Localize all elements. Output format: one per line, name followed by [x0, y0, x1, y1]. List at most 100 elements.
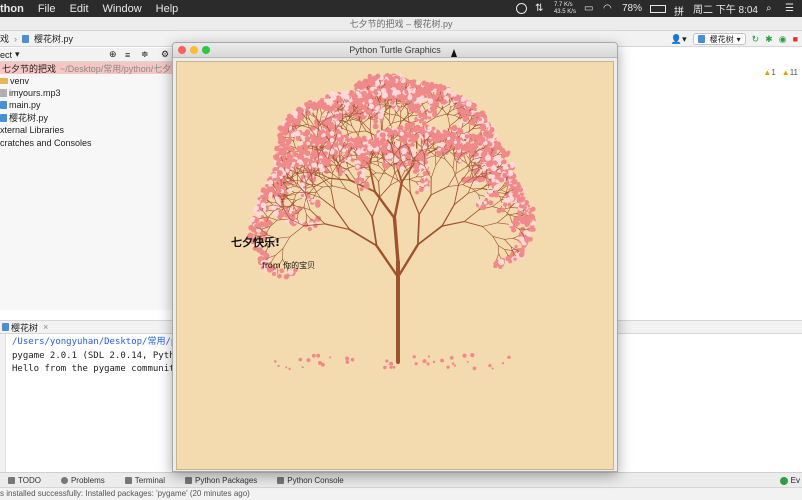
event-log-label: Ev	[790, 476, 800, 485]
menu-window[interactable]: Window	[103, 3, 142, 15]
chevron-down-icon[interactable]: ▾	[15, 49, 20, 60]
tool-tab-terminal[interactable]: Terminal	[124, 476, 165, 485]
battery-icon[interactable]	[649, 4, 666, 13]
debug-icon[interactable]: ✱	[765, 34, 773, 45]
blossom-petal	[401, 147, 408, 155]
turtle-canvas[interactable]: 七夕快乐! from 你的宝贝	[176, 61, 614, 470]
record-icon[interactable]	[515, 3, 527, 14]
blossom-petal	[325, 94, 330, 99]
tree-item-mp3[interactable]: imyours.mp3	[0, 87, 172, 99]
toolbar-actions: 👤▾ 樱花树 ▾ ↻ ✱ ◉ ■	[671, 31, 798, 47]
blossom-petal	[421, 82, 426, 86]
app-menu[interactable]: thon	[0, 3, 24, 15]
python-file-icon	[0, 113, 7, 122]
zoom-window-button[interactable]	[202, 46, 210, 54]
tree-item-project-root[interactable]: 七夕节的把戏 ~/Desktop/常用/python/七夕节的	[0, 62, 189, 75]
tree-item-main[interactable]: main.py	[0, 99, 172, 111]
close-window-button[interactable]	[178, 46, 186, 54]
tree-branch	[441, 220, 465, 227]
blossom-petal	[341, 110, 346, 114]
wifi-icon[interactable]: ◠	[603, 3, 614, 14]
rerun-icon[interactable]: ↻	[752, 34, 760, 45]
expand-all-icon[interactable]: ≑	[141, 49, 149, 60]
collapse-all-icon[interactable]: ≡	[125, 50, 130, 60]
blossom-petal	[315, 215, 322, 222]
console-gutter	[0, 334, 6, 472]
run-tab[interactable]: 樱花树	[11, 321, 38, 334]
blossom-petal	[528, 214, 533, 219]
event-log-tab[interactable]: Ev	[779, 473, 802, 488]
gear-icon[interactable]: ⚙	[161, 49, 169, 60]
code-editor[interactable]: ▲1 ▲11	[617, 62, 802, 310]
tree-branch	[384, 101, 387, 111]
turtle-window-titlebar[interactable]: Python Turtle Graphics	[173, 43, 617, 58]
blossom-petal	[256, 200, 261, 205]
blossom-petal	[415, 190, 420, 195]
blossom-petal	[445, 87, 452, 94]
tree-item-scratches[interactable]: cratches and Consoles	[0, 136, 172, 148]
tree-item-external-libraries[interactable]: xternal Libraries	[0, 124, 172, 136]
tree-item-sakura[interactable]: 樱花树.py	[0, 112, 172, 124]
blossom-petal	[391, 156, 399, 163]
clock[interactable]: 周二 下午 8:04	[693, 1, 758, 16]
breadcrumb-project[interactable]: 戏	[0, 32, 9, 45]
minimize-window-button[interactable]	[190, 46, 198, 54]
breadcrumb-file[interactable]: 樱花树.py	[34, 32, 73, 45]
search-icon[interactable]: ⌕	[766, 3, 777, 14]
blossom-petal	[279, 127, 284, 132]
run-configuration-select[interactable]: 樱花树 ▾	[692, 33, 746, 45]
blossom-petal	[452, 124, 457, 129]
tool-tab-python-console[interactable]: Python Console	[277, 476, 344, 485]
control-center-icon[interactable]: ☰	[785, 3, 796, 14]
input-source-icon[interactable]: 拼	[674, 3, 685, 18]
locate-icon[interactable]: ⊕	[109, 49, 117, 60]
blossom-petal	[441, 99, 447, 105]
turtle-graphics-window[interactable]: Python Turtle Graphics 七夕快乐! from 你的宝贝	[172, 42, 618, 472]
tree-branch	[316, 110, 318, 118]
blossom-petal	[471, 122, 476, 126]
blossom-petal	[494, 133, 498, 138]
weak-warning-icon: ▲	[781, 68, 790, 77]
blossom-petal	[513, 257, 517, 261]
tool-tab-todo[interactable]: TODO	[8, 476, 41, 485]
blossom-petal	[498, 258, 505, 266]
blossom-petal	[367, 80, 372, 86]
tree-branch	[347, 162, 354, 167]
blossom-petal	[283, 124, 288, 129]
blossom-petal	[349, 105, 354, 110]
blossom-petal	[322, 158, 328, 164]
tree-branch	[418, 194, 432, 216]
blossom-petal	[405, 123, 413, 130]
tree-item-venv[interactable]: venv	[0, 74, 172, 86]
menu-help[interactable]: Help	[156, 3, 179, 15]
blossom-petal	[519, 247, 525, 253]
tool-tab-python-packages[interactable]: Python Packages	[185, 476, 257, 485]
tree-branch	[430, 164, 437, 179]
airplay-icon[interactable]: ▭	[584, 3, 595, 14]
blossom-petal	[307, 226, 312, 232]
status-bar[interactable]: s installed successfully: Installed pack…	[0, 487, 802, 500]
blossom-petal	[491, 178, 496, 183]
stop-icon[interactable]: ■	[793, 34, 798, 44]
inspection-widget[interactable]: ▲1 ▲11	[763, 68, 798, 77]
blossom-petal	[373, 90, 377, 95]
warning-count: ▲1	[763, 68, 775, 77]
tool-tab-label: Python Packages	[195, 475, 258, 485]
tree-branch	[302, 119, 307, 125]
blossom-petal	[471, 102, 477, 109]
blossom-petal	[474, 135, 482, 142]
project-header-label[interactable]: ect	[0, 50, 12, 60]
network-arrows-icon: ⇅	[534, 3, 544, 14]
coverage-icon[interactable]: ◉	[779, 34, 787, 45]
blossom-petal	[348, 142, 354, 147]
network-speed: 7.7 K/s 43.5 K/s	[554, 2, 576, 16]
console-line-command[interactable]: /Users/yongyuhan/Desktop/常用/pyth	[12, 337, 193, 347]
user-icon[interactable]: 👤▾	[671, 34, 687, 45]
menu-file[interactable]: File	[38, 3, 56, 15]
blossom-petal	[339, 169, 344, 174]
close-icon[interactable]: ×	[43, 322, 48, 332]
menu-edit[interactable]: Edit	[70, 3, 89, 15]
blossom-petal	[458, 122, 463, 126]
tool-tab-problems[interactable]: Problems	[60, 476, 105, 485]
breadcrumb-separator: ›	[14, 33, 18, 44]
